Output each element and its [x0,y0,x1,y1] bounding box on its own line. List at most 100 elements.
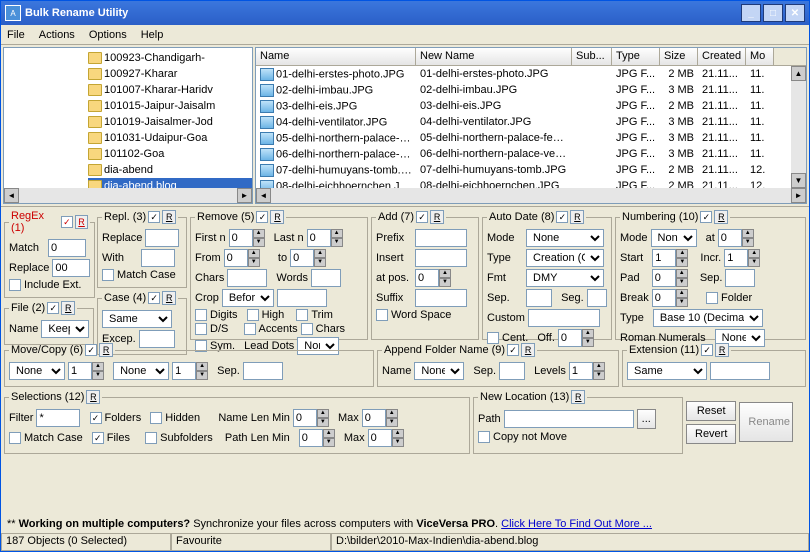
tree-item[interactable]: 101007-Kharar-Haridv [88,82,252,98]
file-name-select[interactable]: Keep [41,320,89,338]
newloc-reset[interactable]: R [571,390,585,404]
revert-button[interactable]: Revert [686,424,736,444]
remove-crop[interactable]: Before [222,289,274,307]
numbering-sep[interactable] [725,269,755,287]
column-header[interactable]: Type [612,48,660,65]
appendfolder-name[interactable]: None [414,362,464,380]
newloc-browse[interactable]: ... [637,409,656,429]
tree-scrollbar[interactable]: ◄► [4,188,252,203]
tree-item[interactable]: 100927-Kharar [88,66,252,82]
autodate-seg[interactable] [587,289,607,307]
column-header[interactable]: Created [698,48,746,65]
remove-enable[interactable] [256,211,268,223]
remove-firstn[interactable] [229,229,253,247]
add-prefix[interactable] [415,229,467,247]
tree-item[interactable]: dia-abend [88,162,252,178]
autodate-mode[interactable]: None [526,229,604,247]
tree-item[interactable]: 101031-Udaipur-Goa [88,130,252,146]
reset-button[interactable]: Reset [686,401,736,421]
file-row[interactable]: 02-delhi-imbau.JPG02-delhi-imbau.JPGJPG … [256,82,806,98]
file-row[interactable]: 04-delhi-ventilator.JPG04-delhi-ventilat… [256,114,806,130]
numbering-type[interactable]: Base 10 (Decimal) [653,309,763,327]
repl-matchcase[interactable] [102,269,114,281]
column-header[interactable]: Mo [746,48,774,65]
add-atpos[interactable] [415,269,439,287]
movecopy-sel2[interactable]: None [113,362,169,380]
column-header[interactable]: Name [256,48,416,65]
case-reset[interactable]: R [162,291,176,305]
remove-to[interactable] [290,249,314,267]
promo-link[interactable]: Click Here To Find Out More ... [501,518,652,530]
repl-replace[interactable] [145,229,179,247]
file-row[interactable]: 01-delhi-erstes-photo.JPG01-delhi-erstes… [256,66,806,82]
extension-sel[interactable]: Same [627,362,707,380]
column-header[interactable]: Sub... [572,48,612,65]
add-insert[interactable] [415,249,467,267]
extension-reset[interactable]: R [715,343,729,357]
add-wordspace[interactable] [376,309,388,321]
extension-enable[interactable] [701,344,713,356]
regex-includeext[interactable] [9,279,21,291]
case-select[interactable]: Same [102,310,172,328]
remove-cropval[interactable] [277,289,327,307]
movecopy-reset[interactable]: R [99,343,113,357]
autodate-reset[interactable]: R [570,210,584,224]
file-enable[interactable] [47,302,59,314]
tree-item[interactable]: 101102-Goa [88,146,252,162]
numbering-at[interactable] [718,229,742,247]
autodate-custom[interactable] [528,309,600,327]
menu-file[interactable]: File [7,29,25,41]
column-header[interactable]: Size [660,48,698,65]
numbering-reset[interactable]: R [714,210,728,224]
repl-with[interactable] [141,249,175,267]
add-reset[interactable]: R [430,210,444,224]
repl-reset[interactable]: R [162,210,176,224]
autodate-sep[interactable] [526,289,552,307]
numbering-mode[interactable]: None [651,229,697,247]
selections-reset[interactable]: R [86,390,100,404]
close-button[interactable]: ✕ [785,4,805,22]
numbering-incr[interactable] [724,249,748,267]
regex-match[interactable] [48,239,86,257]
numbering-start[interactable] [652,249,676,267]
file-row[interactable]: 06-delhi-northern-palace-ve...06-delhi-n… [256,146,806,162]
appendfolder-reset[interactable]: R [521,343,535,357]
menu-help[interactable]: Help [141,29,164,41]
remove-chars[interactable] [227,269,267,287]
numbering-break[interactable] [652,289,676,307]
add-enable[interactable] [416,211,428,223]
regex-reset[interactable]: R [75,215,89,229]
add-suffix[interactable] [415,289,467,307]
newloc-path[interactable] [504,410,634,428]
case-enable[interactable] [148,292,160,304]
regex-replace[interactable] [52,259,90,277]
repl-enable[interactable] [148,211,160,223]
autodate-enable[interactable] [556,211,568,223]
numbering-pad[interactable] [652,269,676,287]
folder-tree[interactable]: 100923-Chandigarh-100927-Kharar101007-Kh… [3,47,253,204]
remove-words[interactable] [311,269,341,287]
column-header[interactable]: New Name [416,48,572,65]
file-row[interactable]: 05-delhi-northern-palace-fes...05-delhi-… [256,130,806,146]
numbering-enable[interactable] [700,211,712,223]
minimize-button[interactable]: _ [741,4,761,22]
menu-options[interactable]: Options [89,29,127,41]
rename-button[interactable]: Rename [739,402,793,442]
remove-reset[interactable]: R [270,210,284,224]
tree-item[interactable]: 101019-Jaisalmer-Jod [88,114,252,130]
file-list[interactable]: NameNew NameSub...TypeSizeCreatedMo 01-d… [255,47,807,204]
menu-actions[interactable]: Actions [39,29,75,41]
movecopy-sel1[interactable]: None [9,362,65,380]
selections-filter[interactable] [36,409,80,427]
autodate-type[interactable]: Creation (Cur [526,249,604,267]
list-scrollbar-v[interactable]: ▲▼ [791,66,806,188]
movecopy-enable[interactable] [85,344,97,356]
list-scrollbar-h[interactable]: ◄► [256,188,806,203]
remove-from[interactable] [224,249,248,267]
file-reset[interactable]: R [61,301,75,315]
maximize-button[interactable]: □ [763,4,783,22]
regex-enable[interactable] [61,216,73,228]
autodate-fmt[interactable]: DMY [526,269,604,287]
remove-lastn[interactable] [307,229,331,247]
tree-item[interactable]: 100923-Chandigarh- [88,50,252,66]
